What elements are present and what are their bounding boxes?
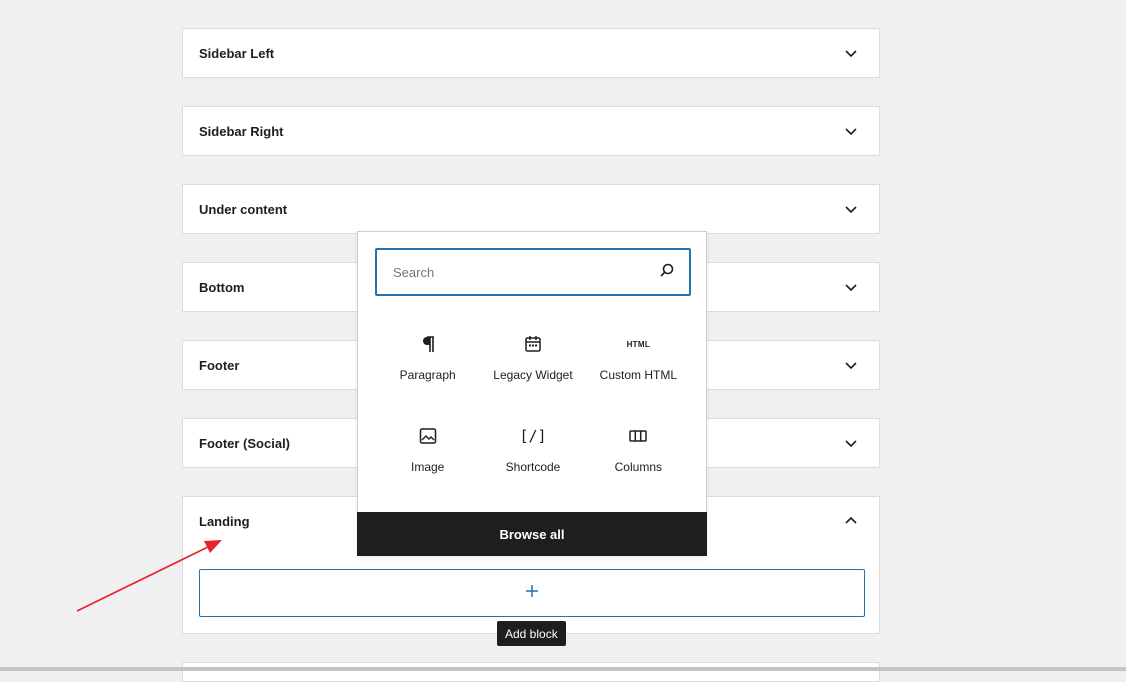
widget-area-title: Landing	[199, 513, 250, 529]
block-label: Columns	[614, 460, 662, 474]
widget-area-title: Sidebar Right	[199, 123, 284, 139]
chevron-down-icon[interactable]	[843, 279, 859, 295]
search-field[interactable]	[375, 248, 691, 296]
block-label: Paragraph	[399, 368, 456, 382]
widget-area-title: Under content	[199, 201, 288, 217]
block-legacy-widget[interactable]: Legacy Widget	[480, 318, 585, 398]
widget-area-header[interactable]: Sidebar Right	[183, 107, 879, 155]
widget-area-sidebar-left: Sidebar Left	[182, 28, 880, 78]
chevron-down-icon[interactable]	[843, 357, 859, 373]
chevron-up-icon[interactable]	[843, 513, 859, 529]
block-label: Image	[410, 460, 445, 474]
block-shortcode[interactable]: [/] Shortcode	[480, 410, 585, 490]
widget-area-header[interactable]: Under content	[183, 185, 879, 233]
widget-area-title: Sidebar Left	[199, 45, 275, 61]
block-inserter-popover: Paragraph Legacy Widget HTML Custom HTML…	[357, 231, 707, 556]
block-label: Legacy Widget	[493, 368, 573, 382]
add-block-button[interactable]	[199, 569, 865, 617]
widget-area-under-content: Under content	[182, 184, 880, 234]
browse-all-button[interactable]: Browse all	[357, 512, 707, 556]
paragraph-icon	[418, 332, 438, 356]
chevron-down-icon[interactable]	[843, 123, 859, 139]
widget-area-sidebar-right: Sidebar Right	[182, 106, 880, 156]
chevron-down-icon[interactable]	[843, 45, 859, 61]
shortcode-icon: [/]	[519, 427, 547, 445]
block-label: Custom HTML	[599, 368, 677, 382]
widget-area-next	[182, 662, 880, 682]
widget-area-title: Footer	[199, 357, 240, 373]
block-grid: Paragraph Legacy Widget HTML Custom HTML…	[375, 318, 691, 490]
chevron-down-icon[interactable]	[843, 201, 859, 217]
block-paragraph[interactable]: Paragraph	[375, 318, 480, 398]
calendar-icon	[523, 332, 543, 356]
columns-icon	[628, 424, 648, 448]
image-icon	[418, 424, 438, 448]
horizontal-scrollbar[interactable]	[0, 667, 1126, 671]
widget-area-title: Footer (Social)	[199, 435, 291, 451]
block-custom-html[interactable]: HTML Custom HTML	[586, 318, 691, 398]
widget-area-title: Bottom	[199, 279, 245, 295]
block-label: Shortcode	[505, 460, 561, 474]
chevron-down-icon[interactable]	[843, 435, 859, 451]
search-icon	[659, 262, 675, 283]
block-columns[interactable]: Columns	[586, 410, 691, 490]
html-icon: HTML	[626, 339, 651, 349]
plus-icon	[525, 584, 539, 603]
block-image[interactable]: Image	[375, 410, 480, 490]
widget-area-header[interactable]: Sidebar Left	[183, 29, 879, 77]
add-block-tooltip: Add block	[497, 621, 566, 646]
search-input[interactable]	[391, 263, 635, 281]
